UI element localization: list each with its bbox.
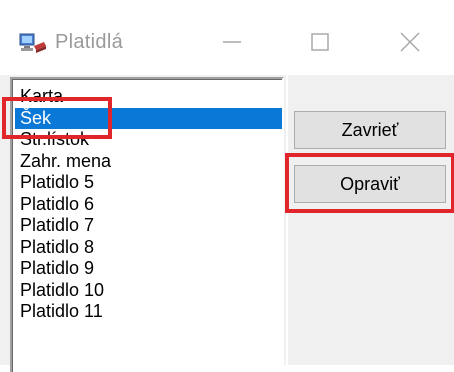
minimize-icon: [222, 32, 242, 57]
list-item[interactable]: Platidlo 6: [15, 194, 282, 216]
list-item[interactable]: Zahr. mena: [15, 151, 282, 173]
maximize-button[interactable]: [290, 24, 350, 64]
minimize-button[interactable]: [202, 24, 262, 64]
computer-network-icon: [18, 32, 48, 56]
title-bar[interactable]: Platidlá: [0, 0, 454, 75]
list-item[interactable]: Platidlo 11: [15, 301, 282, 323]
list-item[interactable]: Platidlo 8: [15, 237, 282, 259]
maximize-icon: [310, 32, 330, 57]
close-button[interactable]: Zavrieť: [294, 111, 446, 149]
list-item[interactable]: Platidlo 9: [15, 258, 282, 280]
list-item[interactable]: Platidlo 10: [15, 280, 282, 302]
window-title: Platidlá: [55, 31, 123, 53]
close-window-button[interactable]: [380, 24, 440, 64]
list-item[interactable]: Platidlo 7: [15, 215, 282, 237]
divider: [286, 75, 288, 365]
annotation-highlight-selected-item: [2, 97, 112, 139]
annotation-highlight-edit-button: [285, 153, 454, 213]
platidla-window: Platidlá Karta Šek Str.lístok Zahr. mena…: [0, 0, 454, 372]
close-icon: [399, 31, 421, 58]
list-item[interactable]: Platidlo 5: [15, 172, 282, 194]
